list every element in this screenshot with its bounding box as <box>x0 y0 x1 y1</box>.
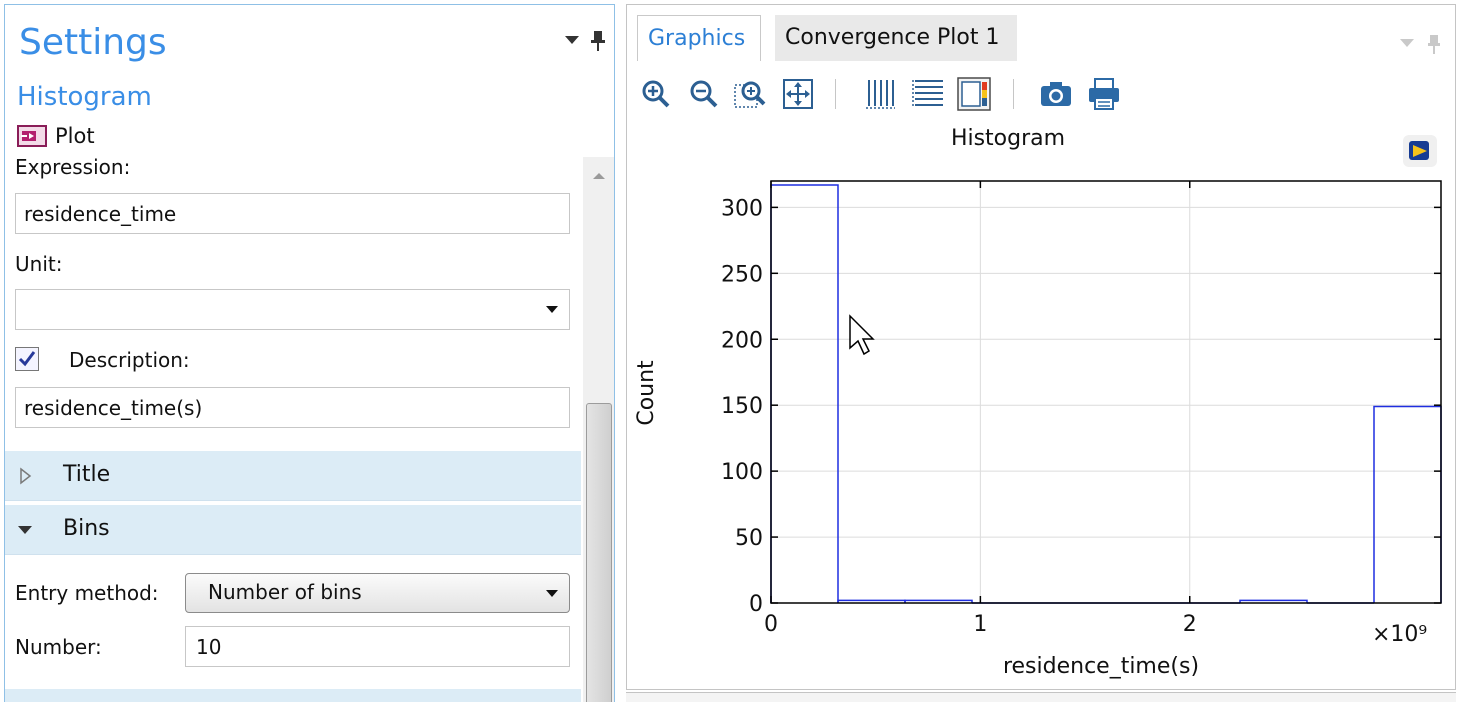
zoom-box-icon[interactable] <box>733 77 767 111</box>
plot-icon <box>17 125 47 147</box>
zoom-extents-icon[interactable] <box>781 77 815 111</box>
x-tick-label: 2 <box>1183 612 1197 637</box>
panel-menu-icon[interactable] <box>563 33 581 47</box>
y-tick-label: 250 <box>721 262 763 287</box>
chevron-down-icon <box>18 526 32 534</box>
expression-label: Expression: <box>15 157 131 179</box>
mouse-cursor-icon <box>849 314 875 356</box>
scrollbar[interactable] <box>583 157 614 702</box>
pin-icon[interactable] <box>1427 33 1441 55</box>
settings-title: Settings <box>19 22 167 63</box>
graphics-toolbar <box>627 61 1455 125</box>
histogram-chart[interactable]: Histogram 0 50 100 150 200 250 300 0 1 2 ×10⁹ res… <box>627 123 1455 689</box>
y-tick-label: 100 <box>721 460 763 485</box>
y-tick-label: 300 <box>721 196 763 221</box>
description-input[interactable]: residence_time(s) <box>15 387 570 428</box>
entry-method-label: Entry method: <box>15 581 159 605</box>
legend-icon[interactable] <box>1403 135 1437 167</box>
settings-scroll-area: Expression: residence_time Unit: Descrip… <box>5 157 581 702</box>
section-title-label: Title <box>63 462 111 487</box>
description-checkbox[interactable] <box>15 347 39 371</box>
plot-label: Plot <box>55 124 95 148</box>
section-next[interactable] <box>5 689 581 702</box>
histogram-bin <box>1373 405 1442 603</box>
y-tick-label: 150 <box>721 394 763 419</box>
entry-method-select[interactable]: Number of bins <box>185 573 570 613</box>
zoom-in-icon[interactable] <box>639 77 673 111</box>
unit-select[interactable] <box>15 289 570 330</box>
graphics-panel: Graphics Convergence Plot 1 Histogram 0 … <box>626 4 1456 690</box>
chart-grid <box>770 181 1441 604</box>
print-icon[interactable] <box>1087 77 1121 111</box>
camera-icon[interactable] <box>1039 77 1073 111</box>
y-axis-label: Count <box>634 360 659 426</box>
chart-ticks: 0 50 100 150 200 250 300 0 1 2 <box>721 181 1441 637</box>
tab-menu-icon[interactable] <box>1399 37 1415 49</box>
y-grid-icon[interactable] <box>911 77 945 111</box>
panel-bottom-strip <box>626 692 1456 702</box>
pin-icon[interactable] <box>590 29 606 53</box>
plot-button[interactable]: Plot <box>17 121 95 151</box>
number-input[interactable]: 10 <box>185 626 570 667</box>
description-label: Description: <box>69 348 190 372</box>
tab-bar: Graphics Convergence Plot 1 <box>627 5 1455 61</box>
tab-convergence-plot-1[interactable]: Convergence Plot 1 <box>775 15 1017 61</box>
y-tick-label: 50 <box>735 526 763 551</box>
settings-subtitle: Histogram <box>17 82 152 112</box>
chevron-down-icon <box>546 306 558 313</box>
unit-label: Unit: <box>15 252 63 276</box>
x-grid-icon[interactable] <box>863 77 897 111</box>
scroll-up-icon[interactable] <box>592 171 606 181</box>
number-label: Number: <box>15 635 102 659</box>
x-tick-label: 0 <box>764 612 778 637</box>
section-bins[interactable]: Bins <box>5 505 581 555</box>
plot-frame <box>770 180 1442 604</box>
tab-graphics[interactable]: Graphics <box>637 15 761 61</box>
x-axis-label: residence_time(s) <box>1003 654 1199 679</box>
y-tick-label: 0 <box>749 592 763 617</box>
chevron-right-icon <box>20 467 32 485</box>
y-tick-label: 200 <box>721 328 763 353</box>
section-title[interactable]: Title <box>5 451 581 501</box>
chart-title: Histogram <box>951 126 1065 151</box>
toolbar-separator <box>835 79 836 109</box>
settings-panel: Settings Histogram Plot Expression: resi… <box>4 4 615 702</box>
x-axis-multiplier: ×10⁹ <box>1372 622 1427 647</box>
section-bins-label: Bins <box>63 516 110 541</box>
histogram-bin <box>770 184 839 603</box>
legend-icon[interactable] <box>957 77 991 111</box>
chart-bars <box>770 184 1442 604</box>
entry-method-value: Number of bins <box>208 580 362 604</box>
chevron-down-icon <box>546 590 558 597</box>
checkmark-icon <box>18 351 36 367</box>
toolbar-separator <box>1013 79 1014 109</box>
scrollbar-thumb[interactable] <box>586 403 612 702</box>
zoom-out-icon[interactable] <box>687 77 721 111</box>
expression-input[interactable]: residence_time <box>15 193 570 234</box>
x-tick-label: 1 <box>973 612 987 637</box>
